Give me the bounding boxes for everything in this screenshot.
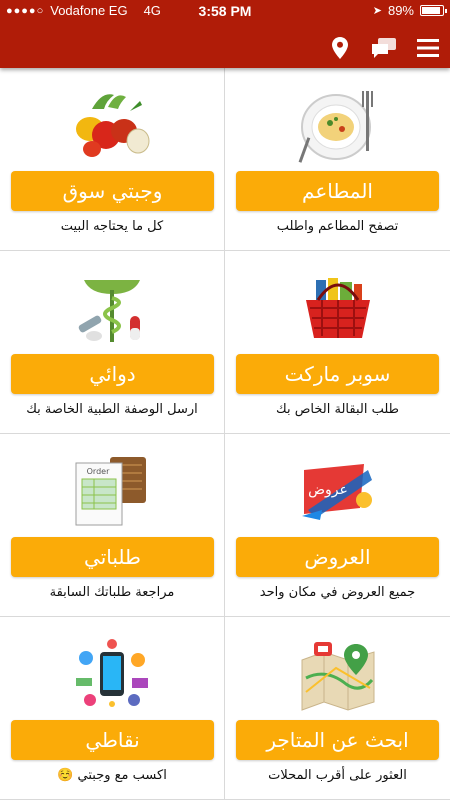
offers-subtitle: جميع العروض في مكان واحد [259,585,416,600]
tile-souq[interactable]: وجبتي سوق كل ما يحتاجه البيت [0,68,225,251]
app-header: ●●●●○ Vodafone EG 4G 3:58 PM ➤ 89% [0,0,450,68]
tile-supermarket[interactable]: سوبر ماركت طلب البقالة الخاص بك [225,251,450,434]
category-grid: المطاعم تصفح المطاعم واطلب وجبتي سوق كل … [0,68,450,800]
battery-icon [420,5,447,16]
location-pin-icon[interactable] [328,36,352,60]
basket-icon [225,263,450,355]
pharmacy-icon [0,263,224,355]
pharmacy-button[interactable]: دوائي [11,354,214,394]
location-arrow-icon: ➤ [372,5,382,17]
map-icon [225,629,450,721]
points-subtitle: اكسب مع وجبتي ☺️ [57,768,167,783]
offers-badge: عروض [308,482,348,498]
status-bar: ●●●●○ Vodafone EG 4G 3:58 PM ➤ 89% [0,0,450,22]
tile-points[interactable]: نقاطي اكسب مع وجبتي ☺️ [0,617,225,800]
tile-restaurants[interactable]: المطاعم تصفح المطاعم واطلب [225,68,450,251]
points-icon [0,629,224,721]
orders-button[interactable]: طلباتي [11,537,214,577]
plate-icon [225,80,450,172]
souq-button[interactable]: وجبتي سوق [11,171,214,211]
tile-offers[interactable]: عروض العروض جميع العروض في مكان واحد [225,434,450,617]
restaurants-button[interactable]: المطاعم [236,171,439,211]
vegetables-icon [0,80,224,172]
orders-icon: Order [75,457,146,526]
souq-subtitle: كل ما يحتاجه البيت [60,219,164,234]
supermarket-subtitle: طلب البقالة الخاص بك [276,402,399,417]
offers-icon: عروض [301,464,372,520]
chat-icon[interactable] [372,36,396,60]
orders-subtitle: مراجعة طلباتك السابقة [49,585,175,600]
pharmacy-subtitle: ارسل الوصفة الطبية الخاصة بك [26,402,198,417]
points-button[interactable]: نقاطي [11,720,214,760]
offers-button[interactable]: العروض [236,537,439,577]
supermarket-button[interactable]: سوبر ماركت [236,354,439,394]
tile-orders[interactable]: Order طلباتي مراجعة طلباتك السابقة [0,434,225,617]
tile-pharmacy[interactable]: دوائي ارسل الوصفة الطبية الخاصة بك [0,251,225,434]
battery-percent: 89% [387,3,414,18]
restaurants-subtitle: تصفح المطاعم واطلب [276,219,399,234]
find-stores-button[interactable]: ابحث عن المتاجر [236,720,439,760]
tile-find-stores[interactable]: ابحث عن المتاجر العثور على أقرب المحلات [225,617,450,800]
find-stores-subtitle: العثور على أقرب المحلات [268,768,407,783]
orders-label: Order [87,467,110,476]
menu-icon[interactable] [416,36,440,60]
